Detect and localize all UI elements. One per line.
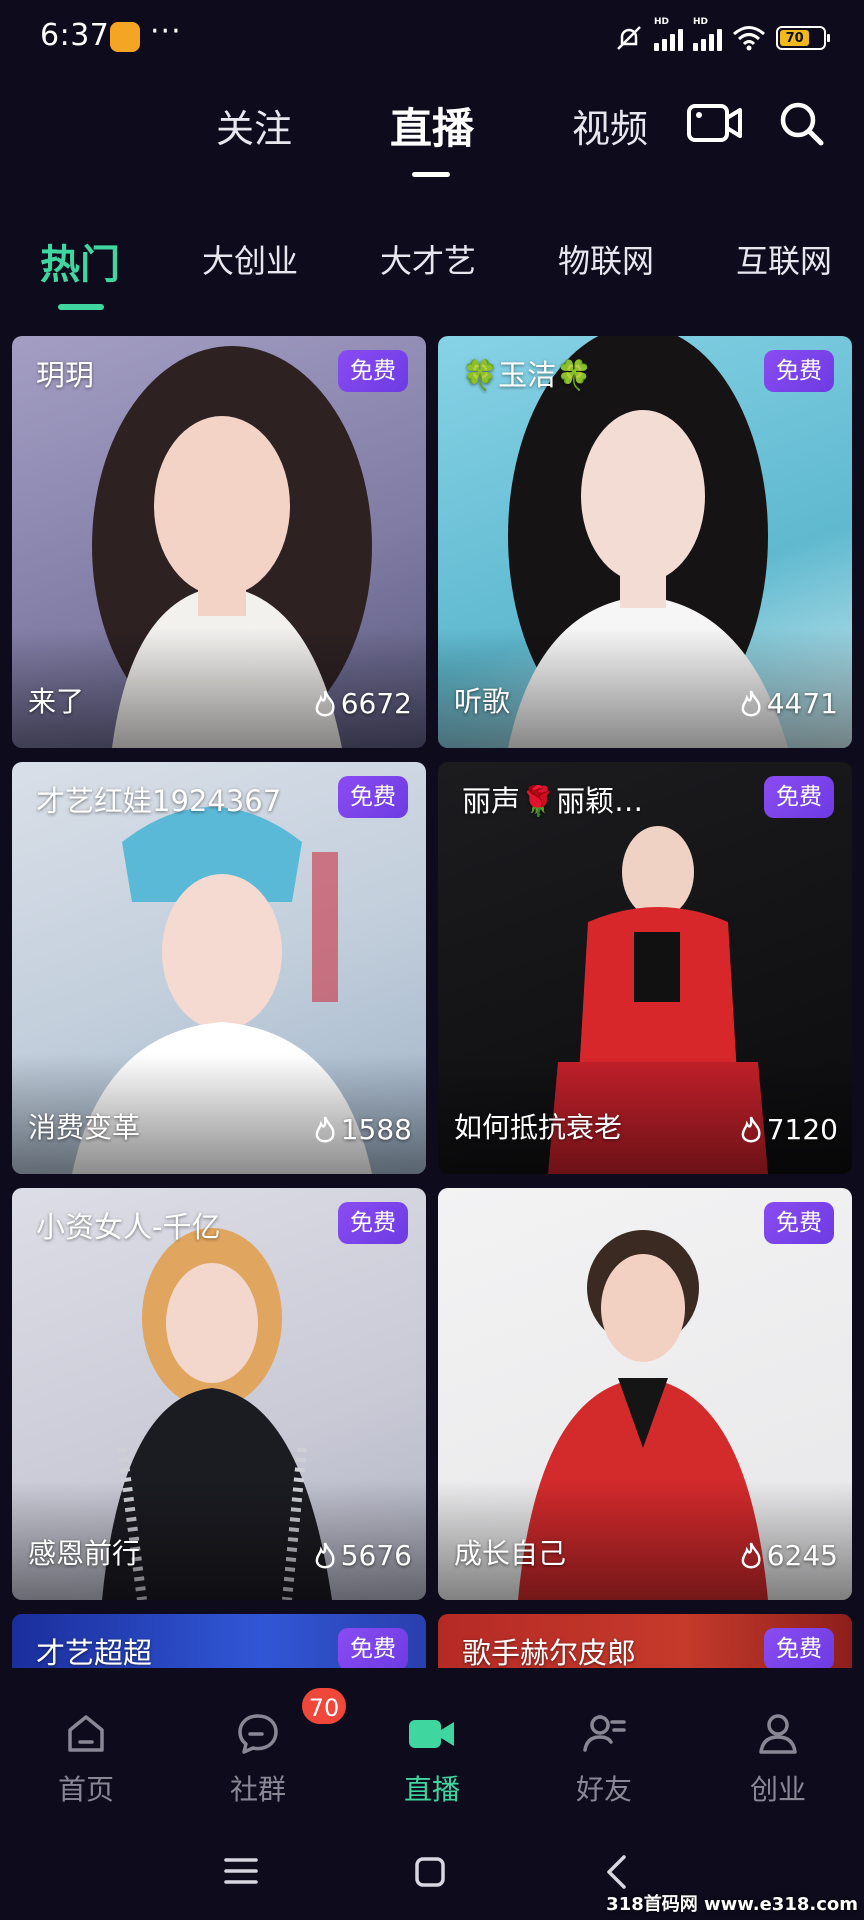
nav-community[interactable]: 70 社群	[198, 1686, 348, 1808]
free-badge: 免费	[338, 1202, 408, 1244]
fire-icon	[741, 1116, 761, 1142]
friends-icon	[583, 1715, 626, 1752]
status-bar: 6:37 ··· HD HD 70	[0, 0, 864, 76]
app-notification-icon	[110, 22, 140, 52]
fire-icon	[741, 1542, 761, 1568]
tab-video[interactable]: 视频	[572, 98, 648, 153]
battery-icon: 70	[776, 26, 830, 50]
view-count: 4471	[739, 687, 838, 720]
stream-title: 小资女人-千亿	[36, 1210, 221, 1244]
bottom-navigation: 首页 70 社群 直播 好友 创业	[0, 1668, 864, 1828]
home-icon	[68, 1715, 104, 1752]
nav-friends-label: 好友	[575, 1773, 632, 1806]
home-square-icon[interactable]	[414, 1856, 446, 1888]
status-indicators: HD HD 70	[614, 17, 830, 56]
mute-bell-icon	[617, 26, 641, 50]
signal-strength-2-icon: HD	[693, 17, 722, 51]
free-badge: 免费	[338, 1628, 408, 1668]
stream-caption: 来了	[28, 685, 85, 718]
nav-community-label: 社群	[229, 1773, 286, 1806]
search-icon[interactable]	[778, 100, 826, 148]
category-entrepreneurship[interactable]: 大创业	[202, 236, 298, 282]
tab-live-indicator	[412, 172, 450, 177]
free-badge: 免费	[338, 776, 408, 818]
stream-title: 丽声🌹丽颖…	[462, 784, 644, 818]
user-icon	[759, 1714, 797, 1754]
stream-card[interactable]: 小资女人-千亿 免费 感恩前行 5676	[12, 1188, 426, 1600]
stream-title: 玥玥	[36, 358, 95, 392]
video-camera-icon	[409, 1720, 454, 1748]
view-count: 5676	[313, 1539, 412, 1572]
fire-icon	[315, 1542, 335, 1568]
stream-title: 🍀玉洁🍀	[462, 358, 593, 392]
stream-caption: 消费变革	[28, 1111, 141, 1144]
battery-level: 70	[785, 30, 804, 46]
nav-live[interactable]: 直播	[372, 1710, 492, 1808]
view-count: 7120	[739, 1113, 838, 1146]
stream-card[interactable]: 才艺红娃1924367 免费 消费变革 1588	[12, 762, 426, 1174]
free-badge: 免费	[338, 350, 408, 392]
view-count: 1588	[313, 1113, 412, 1146]
view-count: 6672	[313, 687, 412, 720]
stream-card[interactable]: 🍀玉洁🍀 免费 听歌 4471	[438, 336, 852, 748]
free-badge: 免费	[764, 776, 834, 818]
nav-business[interactable]: 创业	[718, 1710, 838, 1808]
nav-business-label: 创业	[749, 1773, 806, 1806]
stream-title: 才艺超超	[36, 1636, 153, 1668]
category-internet[interactable]: 互联网	[736, 236, 832, 282]
go-live-camera-icon[interactable]	[686, 100, 744, 146]
status-time: 6:37	[40, 18, 110, 53]
system-navigation-bar: 318首码网 www.e318.com	[0, 1830, 864, 1920]
stream-title: 才艺红娃1924367	[36, 784, 282, 818]
category-iot[interactable]: 物联网	[558, 236, 654, 282]
free-badge: 免费	[764, 350, 834, 392]
tab-follow[interactable]: 关注	[216, 98, 292, 153]
status-more-icon: ···	[150, 14, 182, 49]
watermark: 318首码网 www.e318.com	[606, 1894, 858, 1915]
chat-icon	[238, 1714, 278, 1754]
stream-caption: 如何抵抗衰老	[454, 1111, 623, 1144]
stream-card[interactable]: 免费 成长自己 6245	[438, 1188, 852, 1600]
view-count: 6245	[739, 1539, 838, 1572]
stream-caption: 听歌	[454, 685, 511, 718]
free-badge: 免费	[764, 1628, 834, 1668]
category-hot[interactable]: 热门	[40, 232, 120, 290]
fire-icon	[741, 690, 761, 716]
nav-home[interactable]: 首页	[26, 1710, 146, 1808]
community-unread-badge: 70	[300, 1686, 348, 1726]
free-badge: 免费	[764, 1202, 834, 1244]
stream-card[interactable]: 玥玥 免费 来了 6672	[12, 336, 426, 748]
fire-icon	[315, 1116, 335, 1142]
stream-caption: 感恩前行	[28, 1537, 141, 1570]
signal-strength-1-icon: HD	[654, 17, 683, 51]
nav-live-label: 直播	[403, 1773, 460, 1806]
category-hot-indicator	[58, 304, 104, 310]
menu-icon[interactable]	[224, 1856, 258, 1886]
stream-card[interactable]: 歌手赫尔皮郎 免费	[438, 1614, 852, 1668]
back-icon[interactable]	[604, 1854, 628, 1890]
stream-title: 歌手赫尔皮郎	[462, 1636, 637, 1668]
fire-icon	[315, 690, 335, 716]
tab-live[interactable]: 直播	[390, 95, 474, 156]
wifi-icon	[733, 26, 765, 51]
stream-card[interactable]: 才艺超超 免费	[12, 1614, 426, 1668]
nav-home-label: 首页	[57, 1773, 114, 1806]
stream-caption: 成长自己	[454, 1537, 567, 1570]
category-talent[interactable]: 大才艺	[380, 236, 476, 282]
stream-card[interactable]: 丽声🌹丽颖… 免费 如何抵抗衰老 7120	[438, 762, 852, 1174]
nav-friends[interactable]: 好友	[544, 1710, 664, 1808]
